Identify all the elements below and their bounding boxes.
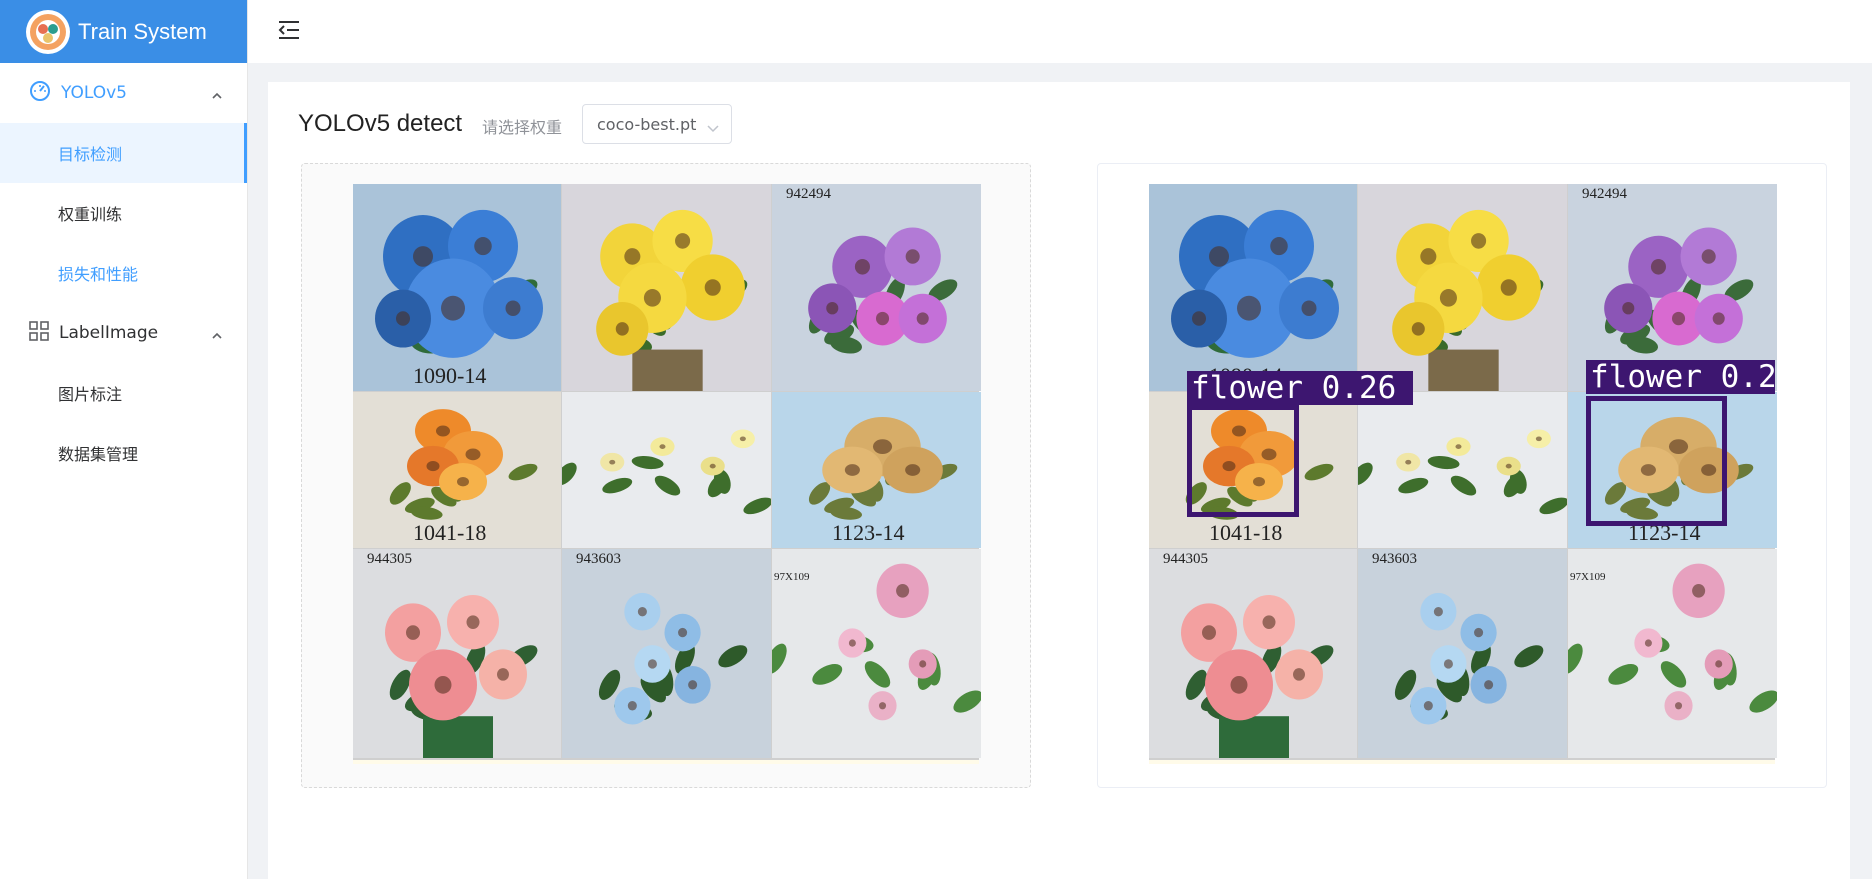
detection-box (1586, 396, 1727, 526)
menu-group-yolov5[interactable]: YOLOv5 (0, 63, 247, 123)
tile-label: 1123-14 (832, 520, 905, 545)
tile-label: 943603 (576, 551, 621, 567)
chevron-up-icon (211, 87, 223, 99)
weight-select[interactable]: coco-best.pt (582, 104, 732, 144)
collapse-menu-icon[interactable] (278, 20, 300, 40)
flower-photo-tile: 97X109 (772, 549, 981, 758)
sidebar-item-image-annotation[interactable]: 图片标注 (0, 363, 247, 423)
result-panel: 1090-149424941041-181123-149443059436039… (1097, 163, 1827, 788)
menu-group-labelimage[interactable]: LabelImage (0, 303, 247, 363)
top-bar (248, 0, 1872, 63)
tile-label: 942494 (1582, 186, 1627, 202)
detection-label: flower 0.26 (1187, 371, 1413, 405)
page-title: YOLOv5 detect (298, 110, 463, 137)
chevron-up-icon (211, 327, 223, 339)
weight-select-hint: 请选择权重 (482, 118, 563, 137)
tile-label: 944305 (1163, 551, 1208, 567)
weight-select-value: coco-best.pt (597, 114, 697, 134)
flower-photo-tile: 1041-18 (353, 392, 561, 548)
flower-photo-tile (562, 184, 771, 391)
dashboard-icon (29, 80, 51, 107)
tile-label: 1041-18 (413, 520, 487, 545)
sidebar-item-loss-performance[interactable]: 损失和性能 (0, 243, 247, 303)
tile-label: 942494 (786, 186, 831, 202)
detection-result-image: 1090-149424941041-181123-149443059436039… (1149, 184, 1777, 764)
flower-photo-tile: 944305 (1149, 549, 1357, 758)
flower-photo-tile (562, 392, 771, 548)
tile-label: 944305 (367, 551, 412, 567)
grid-icon (29, 320, 49, 346)
sidebar-item-object-detection[interactable]: 目标检测 (0, 123, 247, 183)
menu-group-label: LabelImage (59, 323, 159, 343)
flower-photo-tile (1358, 392, 1567, 548)
sidebar: Train System YOLOv5 目标检测 权重训练 损失和性能 Labe… (0, 0, 248, 879)
menu-group-label: YOLOv5 (61, 83, 127, 103)
app-title: Train System (78, 18, 207, 44)
flower-photo-tile: 97X109 (1568, 549, 1777, 758)
flower-photo-tile: 944305 (353, 549, 561, 758)
brand-header: Train System (0, 0, 247, 63)
sidebar-item-dataset-management[interactable]: 数据集管理 (0, 423, 247, 483)
flower-photo-tile: 943603 (1358, 549, 1567, 758)
flower-photo-tile: 1090-14 (353, 184, 561, 391)
flower-photo-tile: 942494 (772, 184, 981, 391)
flower-photo-tile (1358, 184, 1567, 391)
app-logo-icon (26, 9, 70, 54)
detection-box (1187, 405, 1299, 517)
upload-image-area[interactable]: 1090-14 942494 1041-18 1123-14 944305 943603 9… (301, 163, 1031, 788)
detection-label: flower 0.2 (1586, 360, 1775, 394)
tile-label: 943603 (1372, 551, 1417, 567)
flower-photo-tile: 1123-14 (772, 392, 981, 548)
tile-label: 1090-14 (413, 363, 487, 388)
source-image: 1090-14 942494 1041-18 1123-14 944305 943603 9… (353, 184, 981, 764)
flower-photo-tile: 1090-14 (1149, 184, 1357, 391)
tile-label: 97X109 (1570, 571, 1606, 583)
flower-photo-tile: 943603 (562, 549, 771, 758)
chevron-down-icon (707, 119, 719, 133)
detect-card: YOLOv5 detect 请选择权重 coco-best.pt 1090-14… (268, 82, 1850, 879)
sidebar-menu: YOLOv5 目标检测 权重训练 损失和性能 LabelImage 图片标注 数… (0, 63, 247, 483)
tile-label: 1041-18 (1209, 520, 1283, 545)
sidebar-item-weight-training[interactable]: 权重训练 (0, 183, 247, 243)
tile-label: 97X109 (774, 571, 810, 583)
